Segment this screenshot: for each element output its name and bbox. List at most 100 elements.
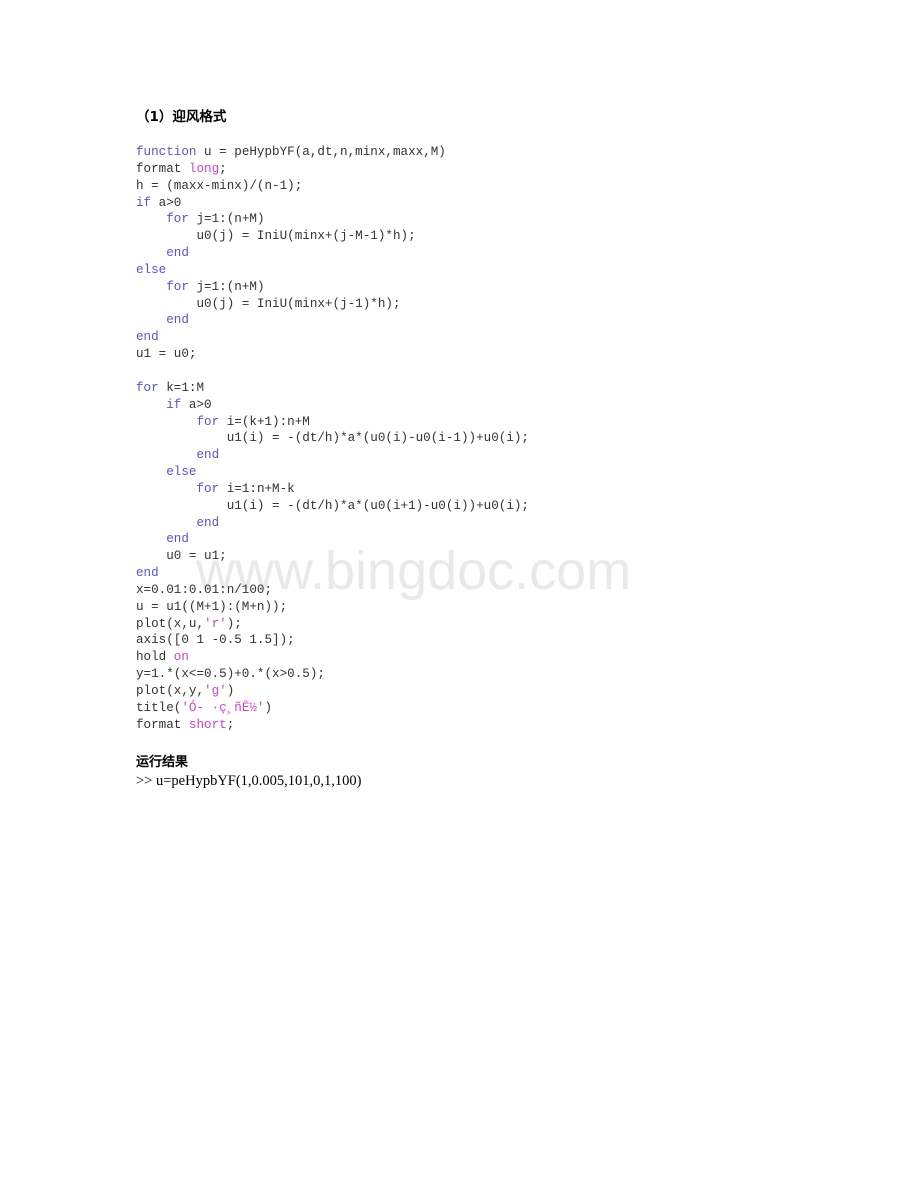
- code-token-kw: end: [166, 313, 189, 328]
- code-line: end: [136, 531, 836, 548]
- matlab-code-block: function u = peHypbYF(a,dt,n,minx,maxx,M…: [136, 144, 836, 734]
- code-token-kw: for: [166, 279, 189, 294]
- code-token-plain: y=1.*(x<=0.5)+0.*(x>0.5);: [136, 667, 325, 682]
- code-line: for k=1:M: [136, 380, 836, 397]
- code-token-str: 'Ó- ·ç¸ñÊ½': [181, 700, 265, 715]
- code-token-kw: end: [136, 566, 159, 581]
- code-token-plain: format: [136, 161, 189, 176]
- code-line: if a>0: [136, 195, 836, 212]
- code-token-plain: u = u1((M+1):(M+n));: [136, 599, 288, 614]
- code-token-plain: u0(j) = IniU(minx+(j-1)*h);: [136, 296, 401, 311]
- code-token-kw: end: [196, 515, 220, 530]
- code-token-plain: u0 = u1;: [136, 549, 227, 564]
- code-line: end: [136, 312, 836, 329]
- code-line: for j=1:(n+M): [136, 211, 836, 228]
- code-line: u1 = u0;: [136, 346, 836, 363]
- code-line: end: [136, 565, 836, 582]
- code-token-kw: else: [166, 465, 197, 480]
- code-token-plain: plot(x,y,: [136, 684, 205, 698]
- document-content: （1）迎风格式 function u = peHypbYF(a,dt,n,min…: [136, 108, 836, 791]
- code-token-kw: for: [166, 212, 189, 227]
- code-token-plain: i=(k+1):n+M: [219, 414, 310, 429]
- code-line: plot(x,y,'g'): [136, 683, 836, 700]
- code-token-plain: plot(x,u,: [136, 616, 205, 631]
- code-token-kw: end: [196, 448, 220, 463]
- code-token-str: 'g': [204, 684, 227, 698]
- code-line: hold on: [136, 649, 836, 666]
- code-line: u0(j) = IniU(minx+(j-M-1)*h);: [136, 228, 836, 245]
- code-token-plain: j=1:(n+M): [188, 212, 265, 227]
- code-token-plain: u1(i) = -(dt/h)*a*(u0(i)-u0(i-1))+u0(i);: [136, 431, 529, 446]
- code-line: end: [136, 447, 836, 464]
- results-heading: 运行结果: [136, 754, 189, 770]
- code-token-plain: ;: [219, 161, 227, 176]
- code-line: function u = peHypbYF(a,dt,n,minx,maxx,M…: [136, 144, 836, 161]
- code-token-str: 'r': [204, 616, 227, 631]
- code-token-plain: title(: [136, 700, 182, 715]
- code-line: plot(x,u,'r');: [136, 616, 836, 633]
- code-token-plain: k=1:M: [158, 380, 205, 395]
- code-line: else: [136, 262, 836, 279]
- code-line: format short;: [136, 717, 836, 734]
- code-line: h = (maxx-minx)/(n-1);: [136, 178, 836, 195]
- code-token-plain: hold: [136, 650, 174, 665]
- code-line: for j=1:(n+M): [136, 279, 836, 296]
- code-line: title('Ó- ·ç¸ñÊ½'): [136, 700, 836, 717]
- results-section: 运行结果 >> u=peHypbYF(1,0.005,101,0,1,100): [136, 754, 836, 791]
- code-line: end: [136, 329, 836, 346]
- code-line: u1(i) = -(dt/h)*a*(u0(i)-u0(i-1))+u0(i);: [136, 430, 836, 447]
- code-line: else: [136, 464, 836, 481]
- code-line: u0 = u1;: [136, 548, 836, 565]
- code-token-plain: format: [136, 717, 189, 732]
- code-line: for i=1:n+M-k: [136, 481, 836, 498]
- code-line: for i=(k+1):n+M: [136, 414, 836, 431]
- code-token-plain: u1 = u0;: [136, 347, 197, 362]
- code-token-plain: ): [226, 684, 235, 698]
- code-line: if a>0: [136, 397, 836, 414]
- code-token-kw: for: [136, 380, 159, 395]
- code-line: u = u1((M+1):(M+n));: [136, 599, 836, 616]
- code-token-plain: i=1:n+M-k: [219, 481, 295, 496]
- code-token-plain: j=1:(n+M): [188, 279, 265, 294]
- code-token-str: on: [173, 650, 189, 665]
- code-token-plain: a>0: [181, 397, 212, 412]
- code-token-kw: for: [196, 414, 220, 429]
- code-line: end: [136, 515, 836, 532]
- results-command: >> u=peHypbYF(1,0.005,101,0,1,100): [136, 772, 362, 789]
- document-page: www.bingdoc.com （1）迎风格式 function u = peH…: [0, 0, 920, 1191]
- code-token-plain: h = (maxx-minx)/(n-1);: [136, 178, 303, 193]
- section-heading: （1）迎风格式: [136, 109, 227, 125]
- code-token-kw: end: [166, 532, 189, 547]
- code-token-kw: end: [136, 330, 159, 345]
- code-line: u1(i) = -(dt/h)*a*(u0(i+1)-u0(i))+u0(i);: [136, 498, 836, 515]
- code-token-str: long: [188, 161, 220, 176]
- code-token-kw: if: [136, 195, 152, 210]
- code-token-str: short: [188, 717, 227, 732]
- code-line: u0(j) = IniU(minx+(j-1)*h);: [136, 296, 836, 313]
- code-token-kw: for: [196, 481, 220, 496]
- code-token-plain: u = peHypbYF(a,dt,n,minx,maxx,M): [196, 145, 446, 159]
- code-line: axis([0 1 -0.5 1.5]);: [136, 632, 836, 649]
- code-line: x=0.01:0.01:n/100;: [136, 582, 836, 599]
- code-token-plain: axis([0 1 -0.5 1.5]);: [136, 633, 295, 648]
- code-token-kw: function: [136, 145, 197, 159]
- code-line: end: [136, 245, 836, 262]
- code-line: format long;: [136, 161, 836, 178]
- code-token-plain: x=0.01:0.01:n/100;: [136, 582, 273, 597]
- code-token-plain: );: [226, 616, 242, 631]
- code-token-kw: end: [166, 246, 189, 261]
- code-token-plain: ): [264, 700, 273, 715]
- code-line: y=1.*(x<=0.5)+0.*(x>0.5);: [136, 666, 836, 683]
